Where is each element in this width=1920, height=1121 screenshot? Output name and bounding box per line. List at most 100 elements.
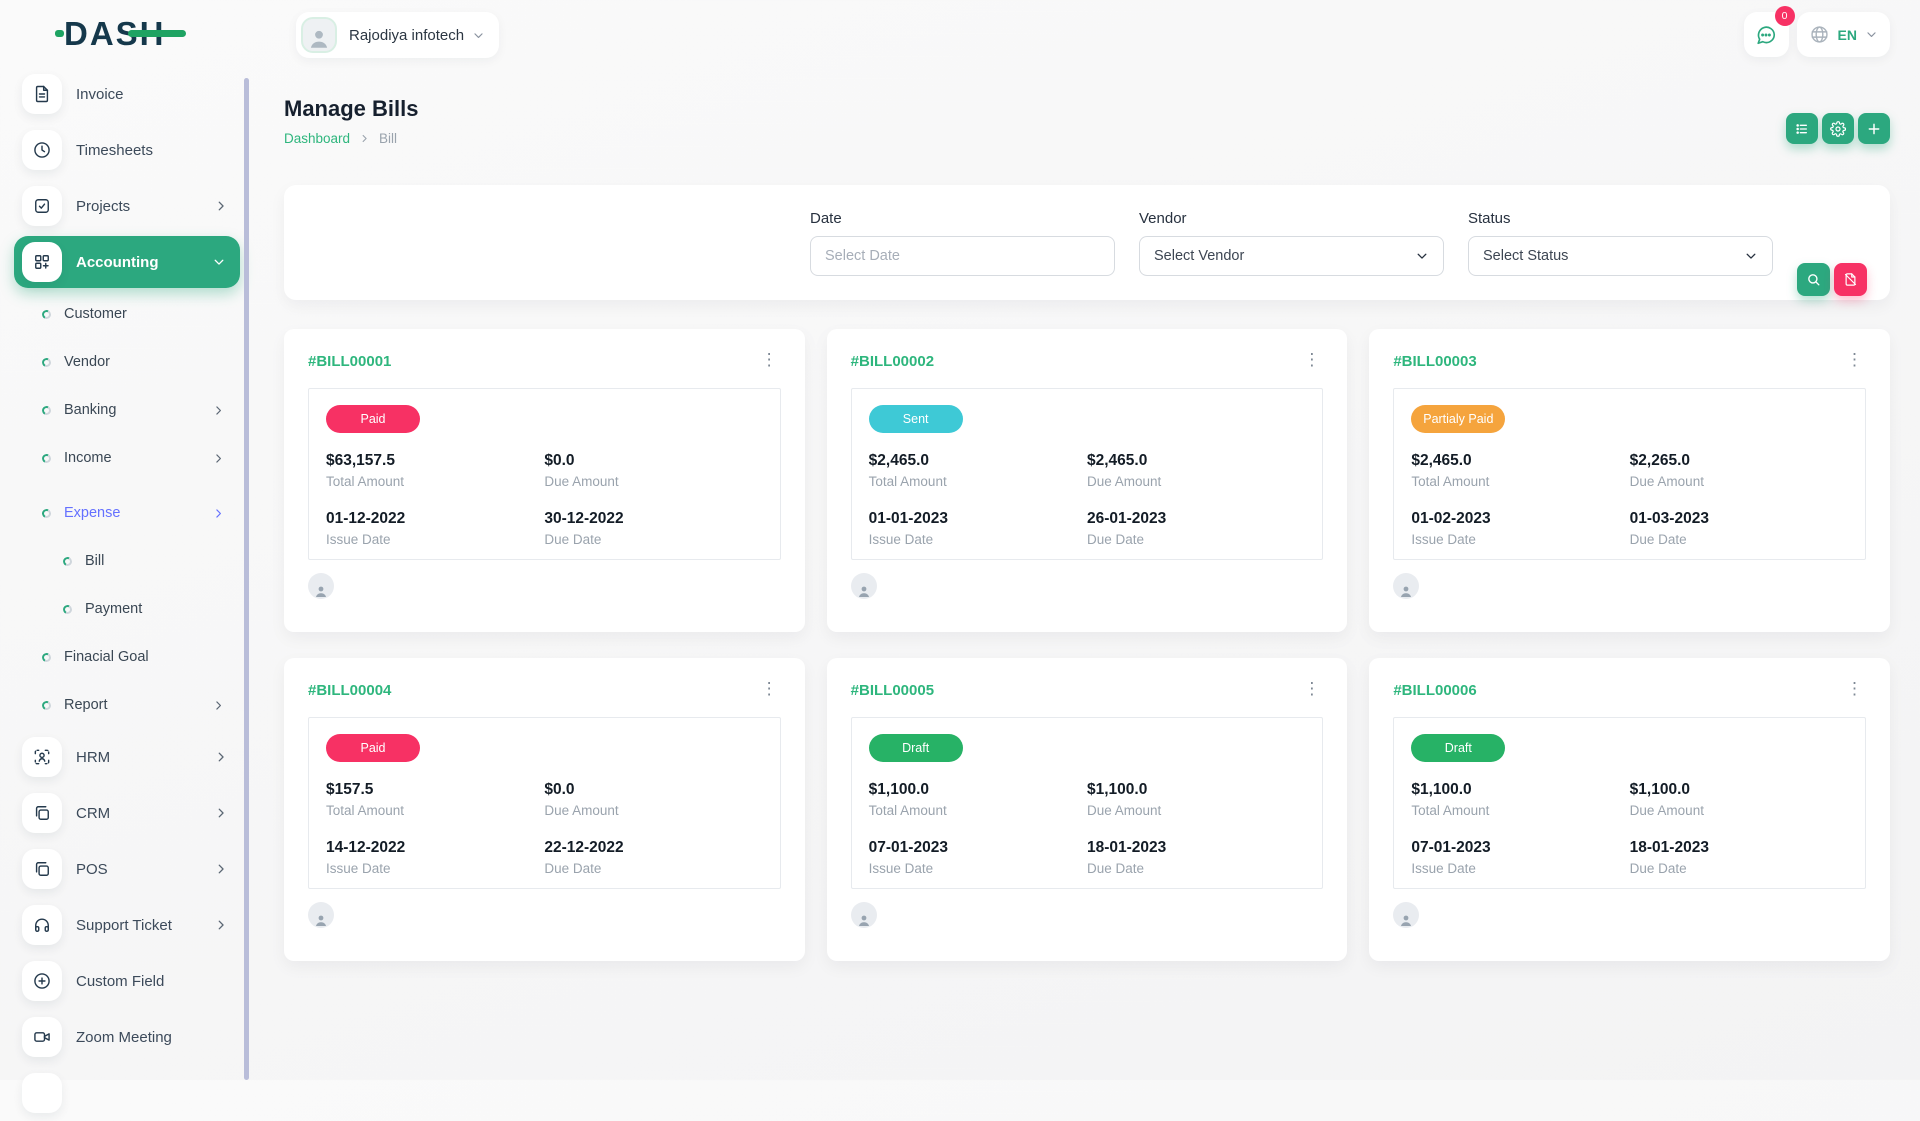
card-menu-icon[interactable]: ⋮	[758, 353, 781, 367]
sidebar-item-label: Support Ticket	[76, 917, 214, 934]
sidebar-item-support-ticket[interactable]: Support Ticket	[0, 897, 250, 953]
total-amount-value: $157.5	[326, 780, 544, 800]
vendor-avatar	[308, 902, 334, 928]
sidebar-item-label: Projects	[76, 198, 214, 215]
card-menu-icon[interactable]: ⋮	[1843, 353, 1866, 367]
status-select[interactable]: Select Status	[1468, 236, 1773, 276]
sidebar-item-accounting[interactable]: Accounting	[14, 236, 240, 288]
chevron-right-icon	[212, 452, 225, 465]
sidebar-item-payment[interactable]: Payment	[0, 585, 250, 633]
sidebar-item-label: HRM	[76, 749, 214, 766]
language-selector[interactable]: EN	[1797, 12, 1890, 57]
chevron-right-icon	[212, 404, 225, 417]
reset-filter-button[interactable]	[1834, 263, 1867, 296]
apply-filter-button[interactable]	[1797, 263, 1830, 296]
logo-dash-bar	[128, 30, 186, 37]
bill-summary-box: Sent $2,465.0 Total Amount $2,465.0 Due …	[851, 388, 1324, 560]
issue-date-value: 07-01-2023	[869, 838, 1087, 858]
vendor-avatar	[1393, 573, 1419, 599]
bill-id-link[interactable]: #BILL00005	[851, 682, 934, 699]
messages-button[interactable]: 0	[1744, 12, 1789, 57]
create-bill-button[interactable]	[1858, 113, 1890, 144]
issue-date-label: Issue Date	[1411, 531, 1629, 549]
due-amount-label: Due Amount	[544, 473, 762, 491]
vendor-select[interactable]: Select Vendor	[1139, 236, 1444, 276]
issue-date-value: 01-12-2022	[326, 509, 544, 529]
sidebar-item-pos[interactable]: POS	[0, 841, 250, 897]
total-amount-value: $1,100.0	[869, 780, 1087, 800]
sidebar-item-label: Finacial Goal	[64, 649, 225, 665]
due-date-label: Due Date	[1630, 531, 1848, 549]
due-date-label: Due Date	[544, 860, 762, 878]
bill-id-link[interactable]: #BILL00003	[1393, 353, 1476, 370]
sidebar-item-finacial-goal[interactable]: Finacial Goal	[0, 633, 250, 681]
workspace-avatar	[301, 17, 337, 53]
sidebar-item-custom-field[interactable]: Custom Field	[0, 953, 250, 1009]
bullet-icon	[41, 651, 52, 662]
chevron-down-icon	[472, 29, 485, 42]
sidebar-item-invoice[interactable]: Invoice	[0, 66, 250, 122]
chevron-right-icon	[212, 507, 225, 520]
sidebar-scrollbar[interactable]	[244, 78, 249, 1080]
total-amount-label: Total Amount	[326, 802, 544, 820]
due-date-value: 30-12-2022	[544, 509, 762, 529]
bill-id-link[interactable]: #BILL00006	[1393, 682, 1476, 699]
issue-date-value: 01-02-2023	[1411, 509, 1629, 529]
issue-date-value: 01-01-2023	[869, 509, 1087, 529]
breadcrumb-dashboard-link[interactable]: Dashboard	[284, 131, 350, 146]
chevron-right-icon	[214, 918, 228, 932]
sidebar-item-projects[interactable]: Projects	[0, 178, 250, 234]
list-view-button[interactable]	[1786, 113, 1818, 144]
vendor-select-value: Select Vendor	[1154, 248, 1244, 264]
settings-button[interactable]	[1822, 113, 1854, 144]
sidebar-item-report[interactable]: Report	[0, 681, 250, 729]
issue-date-label: Issue Date	[869, 860, 1087, 878]
sidebar-item-label: Customer	[64, 306, 225, 322]
sidebar-item-zoom-meeting[interactable]: Zoom Meeting	[0, 1009, 250, 1065]
due-amount-value: $2,465.0	[1087, 451, 1305, 471]
bullet-icon	[62, 555, 73, 566]
bill-card: #BILL00004 ⋮ Paid $157.5 Total Amount $0…	[284, 658, 805, 961]
bill-id-link[interactable]: #BILL00001	[308, 353, 391, 370]
total-amount-label: Total Amount	[1411, 473, 1629, 491]
bullet-icon	[41, 356, 52, 367]
sidebar-item-vendor[interactable]: Vendor	[0, 338, 250, 386]
brand-logo-text: DASH	[64, 17, 166, 50]
card-menu-icon[interactable]: ⋮	[758, 682, 781, 696]
sidebar-item-bill[interactable]: Bill	[0, 537, 250, 585]
card-menu-icon[interactable]: ⋮	[1300, 353, 1323, 367]
sidebar-nav: Invoice Timesheets Projects Accounting	[0, 66, 250, 1121]
sidebar-item-label: Banking	[64, 402, 212, 418]
bills-grid: #BILL00001 ⋮ Paid $63,157.5 Total Amount…	[284, 329, 1890, 961]
sidebar-item-expense[interactable]: Expense	[0, 489, 250, 537]
sidebar-item-partial[interactable]	[0, 1065, 250, 1121]
vendor-avatar	[308, 573, 334, 599]
due-amount-label: Due Amount	[1087, 473, 1305, 491]
bill-id-link[interactable]: #BILL00004	[308, 682, 391, 699]
user-scan-icon	[22, 737, 62, 777]
sidebar-item-label: Expense	[64, 505, 212, 521]
sidebar-item-customer[interactable]: Customer	[0, 290, 250, 338]
brand-logo[interactable]: DASH	[0, 0, 250, 66]
workspace-switcher[interactable]: Rajodiya infotech	[296, 12, 499, 58]
sidebar-item-timesheets[interactable]: Timesheets	[0, 122, 250, 178]
sidebar-item-banking[interactable]: Banking	[0, 386, 250, 434]
status-badge: Paid	[326, 405, 420, 433]
filter-vendor-label: Vendor	[1139, 210, 1444, 227]
sidebar-item-income[interactable]: Income	[0, 434, 250, 482]
sidebar-item-crm[interactable]: CRM	[0, 785, 250, 841]
gear-icon	[1830, 121, 1846, 137]
bill-id-link[interactable]: #BILL00002	[851, 353, 934, 370]
date-input[interactable]	[810, 236, 1115, 276]
status-select-value: Select Status	[1483, 248, 1568, 264]
sidebar-item-hrm[interactable]: HRM	[0, 729, 250, 785]
video-camera-icon	[22, 1017, 62, 1057]
bill-card: #BILL00003 ⋮ Partialy Paid $2,465.0 Tota…	[1369, 329, 1890, 632]
due-amount-label: Due Amount	[1630, 802, 1848, 820]
chevron-down-icon	[1865, 28, 1878, 41]
bill-card: #BILL00005 ⋮ Draft $1,100.0 Total Amount…	[827, 658, 1348, 961]
card-menu-icon[interactable]: ⋮	[1843, 682, 1866, 696]
headphones-icon	[22, 905, 62, 945]
card-menu-icon[interactable]: ⋮	[1300, 682, 1323, 696]
sidebar-item-label: Accounting	[76, 254, 212, 271]
